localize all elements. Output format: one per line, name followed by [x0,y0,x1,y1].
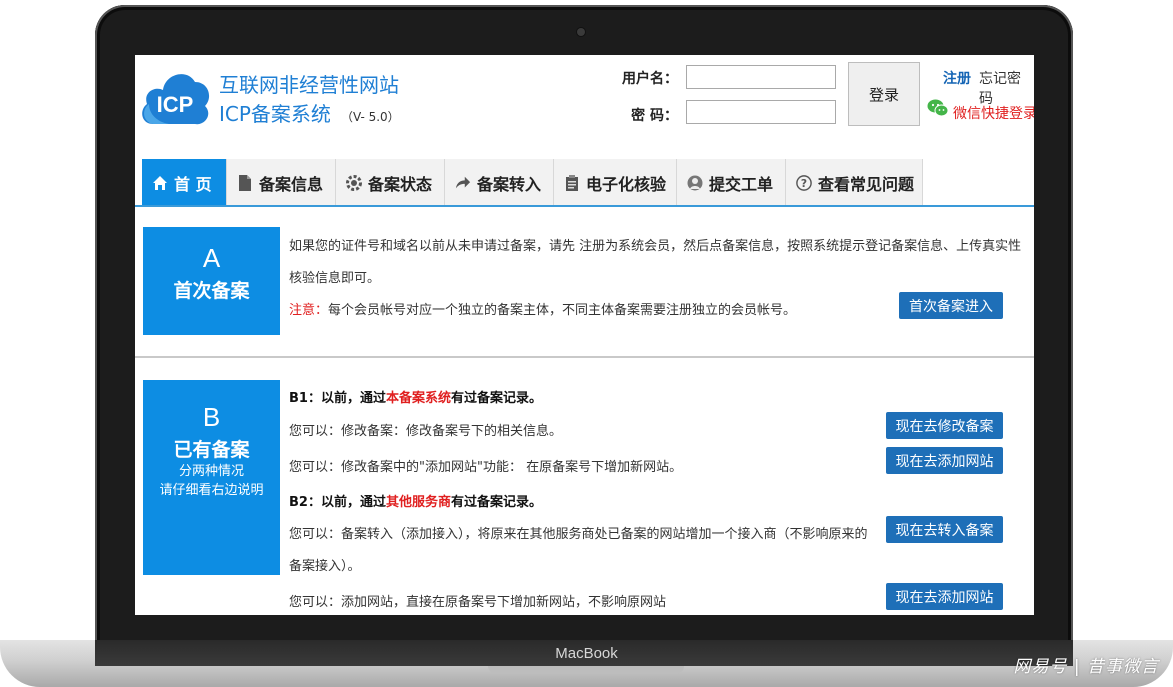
tab-e-verification[interactable]: 电子化核验 [554,159,677,206]
tab-label: 提交工单 [709,174,774,194]
username-label: 用户名： [622,71,678,87]
site-subtitle: ICP备案系统 （V- 5.0） [219,98,400,127]
section-b-letter: B [202,402,221,432]
version-label: （V- 5.0） [340,110,400,124]
watermark: 网易号 | 昔事微言 [1013,657,1159,677]
tab-label: 备案转入 [477,174,542,194]
section-b-sub1: 分两种情况 [178,464,244,479]
b2-heading: B2：以前，通过其他服务商有过备案记录。 [289,491,542,510]
tab-filing-status[interactable]: 备案状态 [336,159,445,206]
system-name: ICP备案系统 [219,102,331,126]
laptop-brand-label: MacBook [555,645,618,662]
laptop-lip [488,666,684,674]
first-filing-button[interactable]: 首次备案进入 [899,292,1003,319]
b1-item2: 您可以：修改备案中的"添加网站"功能： 在原备案号下增加新网站。 [289,460,683,475]
logo-text: ICP [156,92,194,117]
b1-highlight: 本备案系统 [385,391,451,406]
add-website-button-2[interactable]: 现在去添加网站 [886,583,1003,610]
password-label: 密 码： [631,108,678,124]
b2-item2: 您可以：添加网站，直接在原备案号下增加新网站，不影响原网站 [289,595,667,610]
login-button[interactable]: 登录 [848,62,920,126]
b2-prefix: B2：以前，通过 [289,495,386,510]
b1-heading: B1：以前，通过本备案系统有过备案记录。 [289,387,542,406]
tab-submit-ticket[interactable]: 提交工单 [677,159,786,206]
b2-item1-line1: 您可以：备案转入（添加接入），将原来在其他服务商处已备案的网站增加一个接入商（不… [289,527,868,542]
tab-label: 备案信息 [259,174,324,194]
tab-label: 首 页 [174,174,212,194]
b1-suffix: 有过备案记录。 [450,391,542,406]
wechat-icon [927,99,949,117]
section-a-letter: A [202,243,221,273]
question-icon: ? [796,174,812,191]
tab-label: 电子化核验 [585,174,666,194]
section-a-note: 注意：每个会员帐号对应一个独立的备案主体，不同主体备案需要注册独立的会员帐号。 [289,299,796,318]
transfer-filing-button[interactable]: 现在去转入备案 [886,516,1003,543]
browser-screen: ICP 互联网非经营性网站 ICP备案系统 （V- 5.0） 用户名： 密 码： … [135,55,1034,615]
section-a-box: A 首次备案 [143,227,280,335]
tab-label: 备案状态 [368,174,433,194]
b2-highlight: 其他服务商 [385,495,451,510]
svg-text:?: ? [801,177,807,190]
document-icon [237,174,253,191]
note-label: 注意： [289,303,329,318]
tab-filing-transfer[interactable]: 备案转入 [445,159,554,206]
modify-filing-button[interactable]: 现在去修改备案 [886,412,1003,439]
tab-home[interactable]: 首 页 [142,159,227,206]
nav-underline [135,205,1034,207]
gear-icon [346,174,362,191]
password-input[interactable] [686,100,836,124]
add-website-button[interactable]: 现在去添加网站 [886,447,1003,474]
register-link[interactable]: 注册 [943,68,971,88]
section-a-desc-line1: 如果您的证件号和域名以前从未申请过备案，请先 注册为系统会员，然后点备案信息，按… [289,239,1022,254]
username-input[interactable] [686,65,836,89]
home-icon [152,175,168,191]
tab-faq[interactable]: ? 查看常见问题 [786,159,923,206]
tab-filing-info[interactable]: 备案信息 [227,159,336,206]
b2-item1-line2: 备案接入）。 [289,559,361,574]
section-b-sub2: 请仔细看右边说明 [159,483,264,498]
site-title: 互联网非经营性网站 [219,73,399,97]
clipboard-icon [564,174,580,191]
user-icon [687,175,703,191]
forgot-password-link[interactable]: 忘记密码 [979,68,1034,108]
b2-suffix: 有过备案记录。 [450,495,542,510]
arrow-forward-icon [455,175,471,191]
section-b-title: 已有备案 [173,439,250,461]
section-a-desc-line2: 核验信息即可。 [289,271,381,286]
camera-icon [577,28,585,36]
section-divider [135,356,1034,358]
main-nav: 首 页 备案信息 备案状态 备案转入 电子化核验 提交工单 ? 查看常见问题 [142,159,923,206]
note-text: 每个会员帐号对应一个独立的备案主体，不同主体备案需要注册独立的会员帐号。 [328,303,797,318]
b1-prefix: B1：以前，通过 [289,391,386,406]
section-a-title: 首次备案 [173,280,250,302]
b1-item1: 您可以：修改备案：修改备案号下的相关信息。 [289,424,563,439]
tab-label: 查看常见问题 [818,174,915,194]
wechat-login-link[interactable]: 微信快捷登录 [953,103,1034,123]
section-b-box: B 已有备案 分两种情况 请仔细看右边说明 [143,380,280,575]
